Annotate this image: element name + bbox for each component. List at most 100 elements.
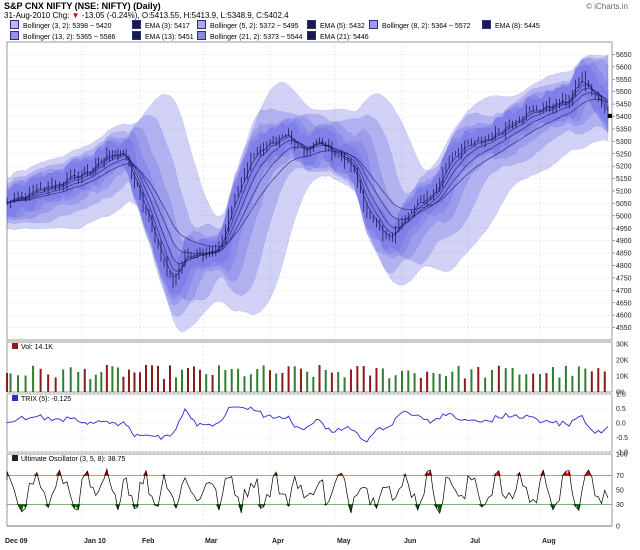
volume-bar	[275, 373, 278, 392]
y-tick-label: 5200	[616, 164, 632, 171]
y-tick-label: 5100	[616, 189, 632, 196]
volume-bar	[237, 368, 240, 392]
volume-bar	[32, 365, 35, 392]
volume-bar	[281, 373, 284, 392]
volume-bar	[551, 367, 554, 392]
panel-label-text: Ultimate Oscillator (3, 5, 8): 38.75	[21, 456, 126, 463]
y-tick-label: 4750	[616, 275, 632, 282]
volume-bar	[24, 375, 27, 392]
uo-tick-label: 50	[616, 488, 624, 495]
x-tick-label: Mar	[205, 538, 218, 545]
volume-bar	[463, 378, 466, 392]
y-tick-label: 4800	[616, 263, 632, 270]
volume-bar	[445, 376, 447, 392]
y-tick-label: 5500	[616, 89, 632, 96]
volume-bar	[532, 373, 535, 392]
volume-bar	[407, 370, 410, 392]
x-tick-label: Aug	[542, 538, 556, 545]
volume-bar	[94, 374, 97, 392]
volume-bar	[205, 374, 208, 392]
volume-bar	[83, 368, 86, 392]
volume-bar	[337, 372, 340, 392]
panel-label-text: TRIX (5): -0.125	[21, 396, 72, 403]
chart-page: S&P CNX NIFTY (NSE: NIFTY) (Daily) 31-Au…	[0, 0, 640, 550]
volume-bar	[388, 378, 391, 392]
volume-bar	[243, 376, 246, 392]
x-tick-label: Jun	[404, 538, 416, 545]
volume-bar	[293, 366, 296, 392]
volume-bar	[157, 365, 159, 392]
uo-tick-label: 30	[616, 502, 624, 509]
volume-bar	[299, 368, 302, 392]
volume-bar	[438, 373, 441, 392]
volume-bar	[181, 369, 183, 392]
volume-bar	[497, 365, 500, 392]
uo-panel	[6, 453, 613, 527]
volume-bar	[269, 370, 271, 392]
volume-bar	[603, 371, 606, 392]
volume-bar	[484, 377, 487, 392]
uo-tick-label: 0	[616, 524, 620, 531]
x-tick-label: Feb	[142, 538, 154, 545]
uo-panel-label: Ultimate Oscillator (3, 5, 8): 38.75	[10, 455, 128, 463]
volume-bar	[116, 367, 119, 392]
x-tick-label: Jul	[470, 538, 480, 545]
vol-tick-label: 10K	[616, 374, 629, 381]
volume-bar	[375, 367, 378, 392]
volume-bar	[54, 377, 57, 392]
volume-bar	[330, 372, 333, 392]
volume-panel-label: Vol: 14.1K	[10, 343, 55, 351]
vol-tick-label: 30K	[616, 342, 629, 349]
volume-bar	[77, 372, 80, 392]
volume-bar	[17, 375, 20, 392]
uo-tick-label: 100	[616, 452, 628, 459]
volume-bar	[175, 377, 177, 392]
volume-bar	[9, 373, 12, 392]
trix-tick-label: -0.5	[616, 435, 628, 442]
volume-bar	[525, 374, 528, 392]
x-tick-label: Jan 10	[84, 538, 106, 545]
volume-bar	[6, 372, 8, 392]
y-tick-label: 5450	[616, 102, 632, 109]
volume-bar	[491, 369, 493, 392]
volume-bar	[249, 374, 252, 392]
volume-bar	[169, 365, 171, 392]
y-tick-label: 5650	[616, 52, 632, 59]
volume-bar	[151, 365, 153, 392]
volume-bar	[69, 367, 72, 392]
volume-bar	[287, 366, 290, 392]
volume-bar	[349, 369, 352, 392]
volume-bar	[163, 379, 165, 392]
volume-bar	[324, 370, 327, 392]
volume-bar	[111, 366, 114, 392]
y-tick-label: 5600	[616, 64, 632, 71]
volume-bar	[545, 373, 548, 392]
volume-bar	[451, 371, 454, 392]
volume-bar	[432, 372, 435, 392]
volume-bar	[39, 368, 42, 392]
volume-bar	[187, 367, 189, 392]
volume-bar	[571, 375, 574, 392]
volume-bar	[558, 377, 561, 392]
volume-bar	[356, 366, 359, 392]
volume-bar	[230, 369, 233, 392]
volume-bar	[100, 372, 103, 392]
volume-bar	[539, 374, 541, 392]
volume-bar	[584, 368, 587, 392]
volume-panel	[6, 341, 613, 393]
volume-bar	[256, 369, 259, 392]
volume-bar	[312, 376, 315, 392]
volume-bar	[133, 372, 136, 392]
volume-bar	[122, 376, 125, 392]
volume-bar	[413, 373, 416, 392]
y-tick-label: 5300	[616, 139, 632, 146]
y-tick-label: 4900	[616, 238, 632, 245]
panel-swatch	[12, 343, 18, 349]
y-tick-label: 5350	[616, 126, 632, 133]
volume-bar	[306, 371, 309, 392]
vol-tick-label: 20K	[616, 358, 629, 365]
volume-bar	[262, 365, 265, 392]
trix-panel-label: TRIX (5): -0.125	[10, 395, 74, 403]
volume-bar	[470, 369, 473, 392]
volume-bar	[564, 365, 567, 392]
